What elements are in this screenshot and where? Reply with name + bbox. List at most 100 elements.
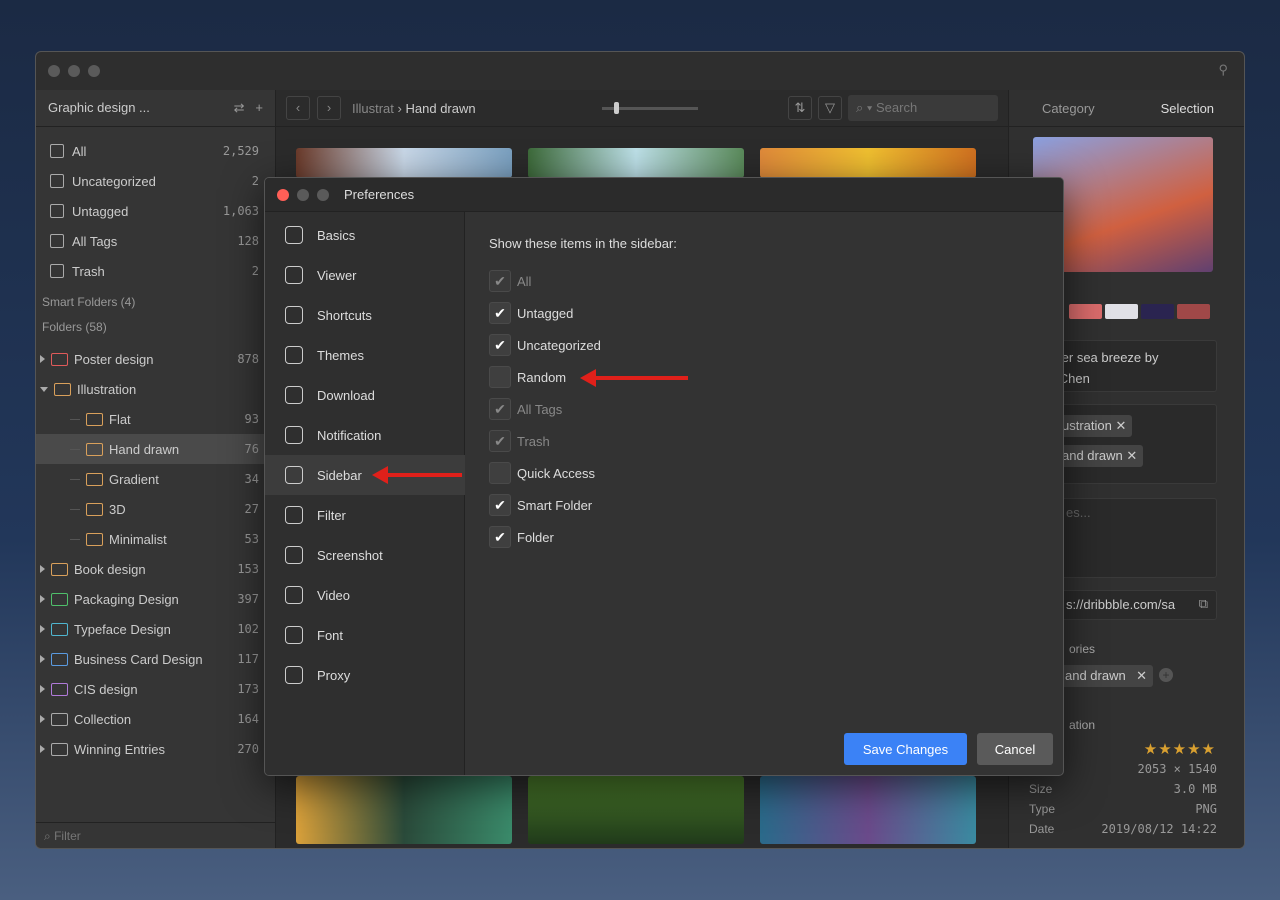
dialog-minimize-button[interactable] [297, 189, 309, 201]
close-button[interactable] [48, 65, 60, 77]
chevron-right-icon[interactable] [40, 685, 45, 693]
folder-item[interactable]: 3D 27 [36, 494, 276, 524]
tag-chip[interactable]: ustration ✕ [1056, 415, 1133, 437]
option-smart-folder[interactable]: ✔ Smart Folder [489, 493, 592, 517]
checkbox[interactable]: ✔ [489, 398, 511, 420]
palette-swatch[interactable] [1069, 304, 1102, 319]
tag-chip[interactable]: and drawn ✕ [1056, 445, 1144, 467]
zoom-slider-handle[interactable] [614, 102, 619, 114]
folder-item[interactable]: Collection 164 [36, 704, 276, 734]
pref-nav-proxy[interactable]: Proxy [265, 655, 465, 695]
swap-icon[interactable]: ⇄ [234, 100, 245, 115]
pref-nav-viewer[interactable]: Viewer [265, 255, 465, 295]
pref-nav-notification[interactable]: Notification [265, 415, 465, 455]
folder-item[interactable]: CIS design 173 [36, 674, 276, 704]
thumbnail[interactable] [528, 776, 744, 844]
sidebar-item-uncategorized[interactable]: Uncategorized 2 [36, 166, 276, 196]
cancel-button[interactable]: Cancel [977, 733, 1053, 765]
rating-stars[interactable]: ★★★★★ [1144, 740, 1216, 758]
filter-input[interactable]: ⌕ Filter [36, 822, 276, 848]
chevron-right-icon[interactable] [40, 745, 45, 753]
minimize-button[interactable] [68, 65, 80, 77]
folder-item[interactable]: Minimalist 53 [36, 524, 276, 554]
folder-item[interactable]: Winning Entries 270 [36, 734, 276, 764]
pref-nav-font[interactable]: Font [265, 615, 465, 655]
category-chip[interactable]: and drawn ✕ [1053, 665, 1153, 687]
chevron-down-icon[interactable] [40, 386, 48, 392]
chevron-right-icon[interactable] [40, 595, 45, 603]
option-all[interactable]: ✔ All [489, 269, 531, 293]
pref-nav-shortcuts[interactable]: Shortcuts [265, 295, 465, 335]
folder-item[interactable]: Business Card Design 117 [36, 644, 276, 674]
option-folder[interactable]: ✔ Folder [489, 525, 554, 549]
thumbnail[interactable] [760, 148, 976, 178]
thumbnail[interactable] [528, 148, 744, 178]
palette-swatch[interactable] [1141, 304, 1174, 319]
zoom-button[interactable] [88, 65, 100, 77]
pref-nav-basics[interactable]: Basics [265, 215, 465, 255]
option-untagged[interactable]: ✔ Untagged [489, 301, 573, 325]
open-link-icon[interactable]: ⧉ [1199, 596, 1208, 612]
option-all-tags[interactable]: ✔ All Tags [489, 397, 562, 421]
pref-nav-filter[interactable]: Filter [265, 495, 465, 535]
forward-button[interactable]: › [317, 96, 341, 120]
folder-label: Business Card Design [74, 651, 203, 667]
sidebar-item-all[interactable]: All 2,529 [36, 136, 276, 166]
option-uncategorized[interactable]: ✔ Uncategorized [489, 333, 601, 357]
dialog-close-button[interactable] [277, 189, 289, 201]
option-quick-access[interactable]: Quick Access [489, 461, 595, 485]
pin-icon[interactable]: ⚲ [1218, 62, 1228, 78]
palette-swatch[interactable] [1177, 304, 1210, 319]
checkbox[interactable]: ✔ [489, 494, 511, 516]
folder-item[interactable]: Packaging Design 397 [36, 584, 276, 614]
search-input[interactable]: ⌕ ▾ Search [848, 95, 998, 121]
thumbnail[interactable] [760, 776, 976, 844]
sidebar-item-trash[interactable]: Trash 2 [36, 256, 276, 286]
chevron-right-icon[interactable] [40, 565, 45, 573]
add-category-icon[interactable]: + [1159, 668, 1173, 682]
chevron-right-icon[interactable] [40, 355, 45, 363]
thumbnail[interactable] [296, 148, 512, 178]
pref-nav-themes[interactable]: Themes [265, 335, 465, 375]
pref-nav-download[interactable]: Download [265, 375, 465, 415]
tab-selection[interactable]: Selection [1161, 101, 1214, 116]
pref-nav-screenshot[interactable]: Screenshot [265, 535, 465, 575]
chevron-right-icon[interactable] [40, 625, 45, 633]
folders-header[interactable]: Folders (58) [42, 320, 107, 334]
folder-item[interactable]: Flat 93 [36, 404, 276, 434]
checkbox[interactable] [489, 462, 511, 484]
checkbox[interactable]: ✔ [489, 302, 511, 324]
pref-nav-video[interactable]: Video [265, 575, 465, 615]
checkbox[interactable] [489, 366, 511, 388]
option-random[interactable]: Random [489, 365, 566, 389]
tab-category[interactable]: Category [1042, 101, 1095, 116]
folder-item[interactable]: Typeface Design 102 [36, 614, 276, 644]
sort-button[interactable]: ⇅ [788, 96, 812, 120]
breadcrumb-current[interactable]: Hand drawn [406, 101, 476, 116]
folder-item[interactable]: Poster design 878 [36, 344, 276, 374]
folder-item[interactable]: Illustration [36, 374, 276, 404]
back-button[interactable]: ‹ [286, 96, 310, 120]
chevron-right-icon[interactable] [40, 655, 45, 663]
checkbox[interactable]: ✔ [489, 334, 511, 356]
sidebar-item-untagged[interactable]: Untagged 1,063 [36, 196, 276, 226]
option-trash[interactable]: ✔ Trash [489, 429, 550, 453]
folder-item[interactable]: Book design 153 [36, 554, 276, 584]
thumbnail[interactable] [296, 776, 512, 844]
checkbox[interactable]: ✔ [489, 430, 511, 452]
palette-swatch[interactable] [1105, 304, 1138, 319]
filter-button[interactable]: ▽ [818, 96, 842, 120]
dialog-zoom-button[interactable] [317, 189, 329, 201]
save-changes-button[interactable]: Save Changes [844, 733, 967, 765]
library-header[interactable]: Graphic design ... ⇄ + [36, 90, 275, 127]
checkbox[interactable]: ✔ [489, 526, 511, 548]
folder-item[interactable]: Gradient 34 [36, 464, 276, 494]
zoom-slider[interactable] [602, 102, 698, 114]
checkbox[interactable]: ✔ [489, 270, 511, 292]
smart-folders-header[interactable]: Smart Folders (4) [42, 295, 135, 309]
add-icon[interactable]: + [255, 100, 263, 115]
breadcrumb-parent[interactable]: Illustrat [352, 101, 394, 116]
chevron-right-icon[interactable] [40, 715, 45, 723]
folder-item[interactable]: Hand drawn 76 [36, 434, 276, 464]
sidebar-item-all-tags[interactable]: All Tags 128 [36, 226, 276, 256]
